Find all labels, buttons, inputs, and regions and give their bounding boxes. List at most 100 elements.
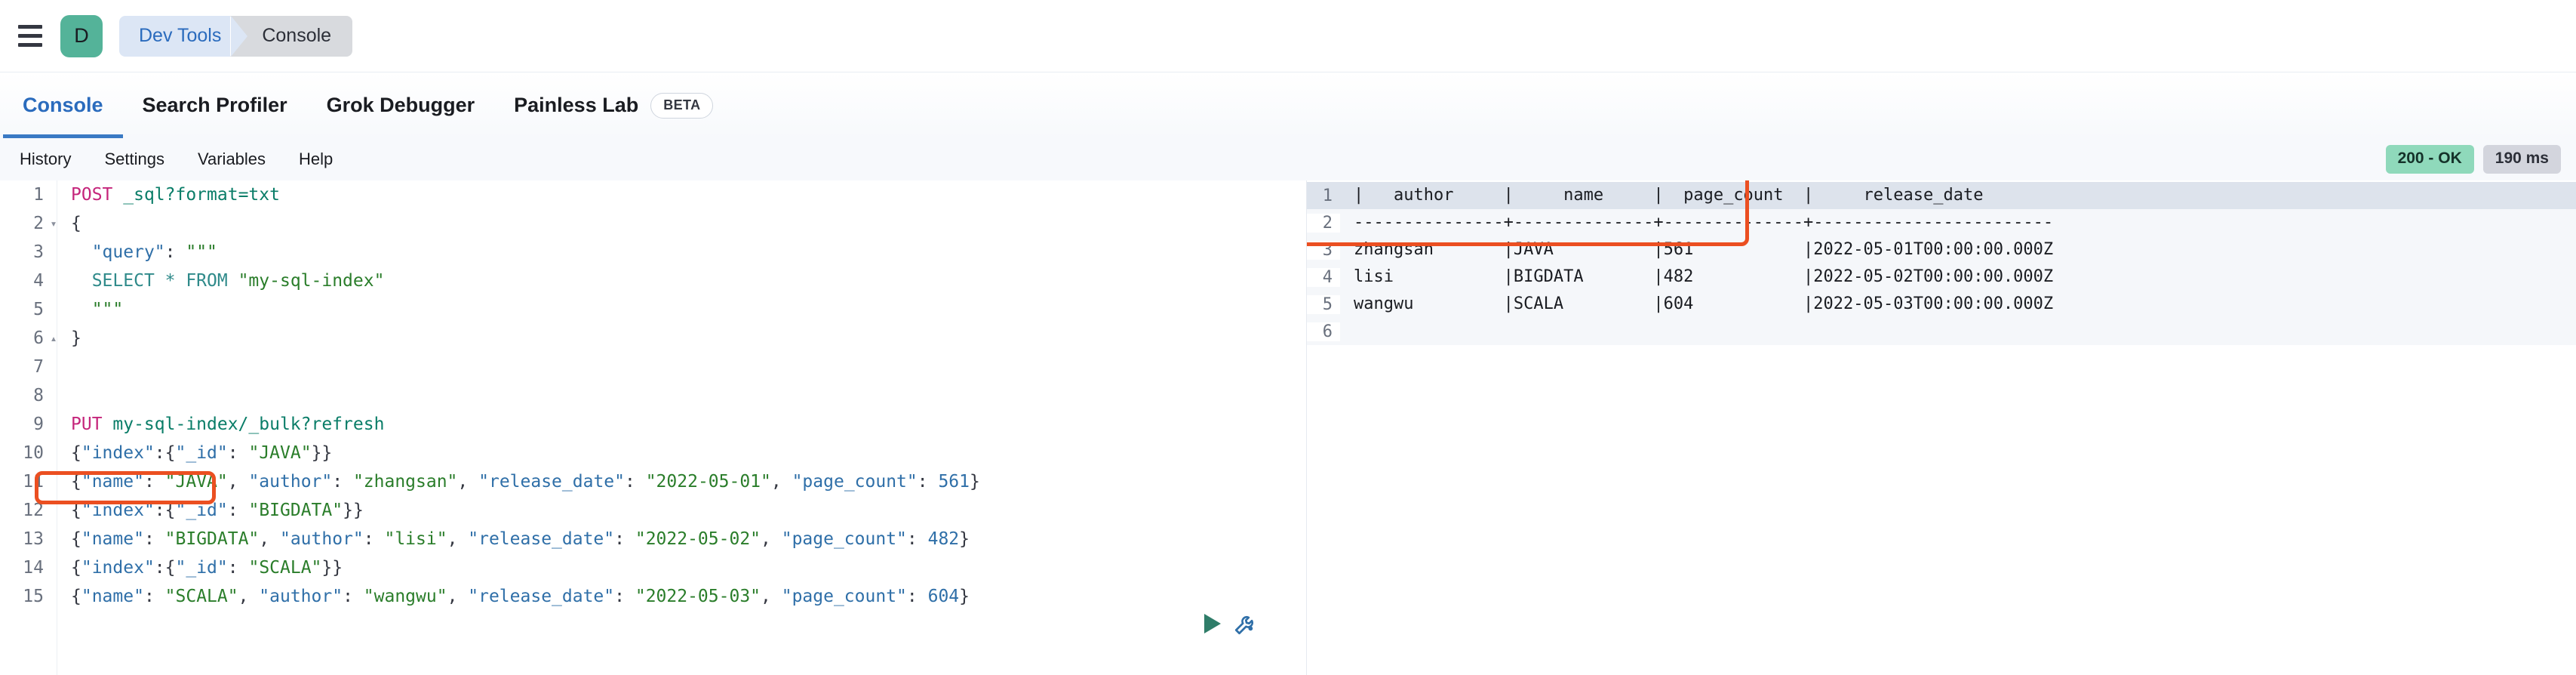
code-token: :	[154, 558, 165, 578]
tab-search-profiler[interactable]: Search Profiler	[123, 72, 307, 138]
hamburger-bar	[18, 34, 42, 38]
tab-console[interactable]: Console	[3, 72, 123, 138]
code-token: "JAVA"	[248, 443, 312, 463]
code-token: ,	[238, 587, 260, 606]
code-token: :	[227, 501, 249, 520]
editor-lines[interactable]: 1 POST _sql?format=txt 2 ▾{3 "query": """ 4 …	[0, 180, 1306, 611]
code-token: "BIGDATA"	[248, 501, 343, 520]
console-menu-settings[interactable]: Settings	[88, 149, 181, 169]
tab-painless-lab[interactable]: Painless Lab BETA	[494, 72, 733, 138]
code-token: """	[91, 300, 124, 319]
console-menu-variables[interactable]: Variables	[181, 149, 282, 169]
code-token: :	[332, 472, 353, 492]
code-token: ,	[227, 472, 249, 492]
output-line-text: zhangsan |JAVA |561 |2022-05-01T00:00:00…	[1354, 240, 2054, 259]
editor-line[interactable]: 1 POST _sql?format=txt	[0, 180, 1306, 209]
code-token: "zhangsan"	[352, 472, 458, 492]
code-token: :	[625, 472, 646, 492]
editor-line[interactable]: 3 "query": """	[0, 238, 1306, 267]
output-line-number: 3	[1307, 240, 1340, 260]
output-line-number: 6	[1307, 322, 1340, 341]
console-menu-help[interactable]: Help	[282, 149, 349, 169]
run-request-actions	[1204, 611, 1259, 636]
code-token: "wangwu"	[363, 587, 447, 606]
space-avatar[interactable]: D	[60, 14, 103, 57]
code-token: {	[71, 587, 81, 606]
code-token: {	[71, 529, 81, 549]
hamburger-menu-icon[interactable]	[14, 20, 47, 53]
breadcrumb: Dev Tools Console	[119, 15, 353, 57]
editor-line[interactable]: 10 {"index":{"_id": "JAVA"}}	[0, 439, 1306, 467]
editor-line-number: 7	[33, 357, 44, 377]
console-menu-history[interactable]: History	[3, 149, 88, 169]
editor-line[interactable]: 14 {"index":{"_id": "SCALA"}}	[0, 553, 1306, 582]
editor-line-text: {	[60, 209, 1306, 238]
fold-toggle-icon[interactable]: ▴	[47, 332, 60, 344]
code-token: :	[164, 242, 186, 262]
code-token: "author"	[279, 529, 364, 549]
code-token: "index"	[81, 558, 155, 578]
editor-line-text: POST _sql?format=txt	[60, 180, 1306, 209]
code-token: }}	[343, 501, 364, 520]
code-token: :	[143, 587, 165, 606]
code-token: {	[164, 558, 176, 578]
editor-line-number: 1	[33, 185, 44, 205]
editor-line[interactable]: 4 SELECT * FROM "my-sql-index"	[0, 267, 1306, 295]
output-line-number: 2	[1307, 213, 1340, 233]
code-token: ,	[447, 529, 469, 549]
editor-line[interactable]: 9 PUT my-sql-index/_bulk?refresh	[0, 410, 1306, 439]
request-editor[interactable]: 1 POST _sql?format=txt 2 ▾{3 "query": """ 4 …	[0, 180, 1306, 675]
editor-line-number: 8	[33, 386, 44, 405]
code-token: }	[71, 328, 81, 348]
editor-line[interactable]: 15 {"name": "SCALA", "author": "wangwu", …	[0, 582, 1306, 611]
editor-line[interactable]: 11 {"name": "JAVA", "author": "zhangsan",…	[0, 467, 1306, 496]
breadcrumb-item-console[interactable]: Console	[230, 15, 353, 57]
editor-line-number: 15	[23, 587, 44, 606]
code-token: :	[143, 529, 165, 549]
code-token: ,	[761, 529, 782, 549]
editor-line[interactable]: 7	[0, 353, 1306, 381]
code-token: "SCALA"	[164, 587, 238, 606]
request-editor-pane[interactable]: 1 POST _sql?format=txt 2 ▾{3 "query": """ 4 …	[0, 180, 1307, 675]
wrench-icon[interactable]	[1233, 611, 1259, 636]
code-token: ,	[457, 472, 479, 492]
code-token: :	[227, 558, 249, 578]
editor-line[interactable]: 2 ▾ {	[0, 209, 1306, 238]
code-token: 561	[938, 472, 970, 492]
editor-line[interactable]: 6 ▴}	[0, 324, 1306, 353]
code-token: {	[164, 443, 176, 463]
output-line: 4 lisi |BIGDATA |482 |2022-05-02T00:00:00…	[1307, 264, 2576, 291]
code-token: 482	[927, 529, 960, 549]
breadcrumb-item-dev-tools[interactable]: Dev Tools	[119, 15, 248, 57]
code-token: "my-sql-index"	[238, 271, 385, 291]
response-output-pane[interactable]: 1 | author | name | page_count | release_…	[1307, 180, 2576, 675]
code-token: {	[71, 501, 81, 520]
editor-line-text: {"index":{"_id": "SCALA"}}	[60, 553, 1306, 582]
code-token: :	[614, 529, 635, 549]
code-token: {	[71, 558, 81, 578]
editor-line[interactable]: 13 {"name": "BIGDATA", "author": "lisi", …	[0, 525, 1306, 553]
editor-line[interactable]: 5 """	[0, 295, 1306, 324]
editor-line[interactable]: 8	[0, 381, 1306, 410]
response-output[interactable]: 1 | author | name | page_count | release_…	[1307, 180, 2576, 675]
editor-line[interactable]: 12 {"index":{"_id": "BIGDATA"}}	[0, 496, 1306, 525]
code-token: :	[343, 587, 364, 606]
tab-grok-debugger[interactable]: Grok Debugger	[307, 72, 495, 138]
beta-badge: BETA	[650, 92, 714, 119]
editor-line-number: 6	[33, 328, 44, 348]
code-token: {	[164, 501, 176, 520]
play-icon[interactable]	[1204, 614, 1221, 633]
output-line-text: | author | name | page_count | release_d…	[1354, 186, 1984, 205]
output-line-number: 1	[1307, 186, 1340, 205]
fold-toggle-icon[interactable]: ▾	[47, 217, 60, 230]
editor-line-number: 14	[23, 558, 44, 578]
editor-line-text	[60, 381, 1306, 410]
code-token: }	[970, 472, 980, 492]
code-token: {	[71, 214, 81, 233]
code-token: :	[917, 472, 939, 492]
code-token: "name"	[81, 587, 144, 606]
code-token: "_id"	[175, 501, 228, 520]
app-tab-bar: Console Search Profiler Grok Debugger Pa…	[0, 72, 2576, 138]
